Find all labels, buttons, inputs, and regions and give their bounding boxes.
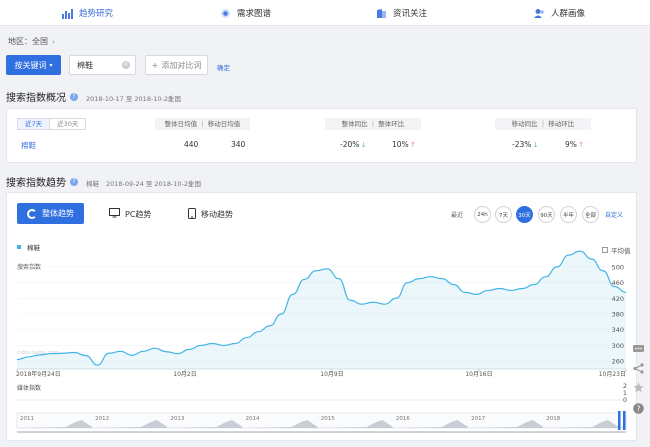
range-half-year[interactable]: 半年: [560, 206, 577, 223]
tab-overall-trend[interactable]: 整体趋势: [17, 203, 84, 224]
trend-chart-icon: [62, 8, 73, 19]
help-icon[interactable]: ?: [70, 177, 78, 186]
mobile-yoy-value: -23%: [512, 140, 532, 149]
legend-series-name: 棉鞋: [27, 244, 40, 252]
trend-card: 整体趋势 PC趋势 移动趋势 最近 24h 7天 30天 90天 半年 全部 自…: [6, 192, 637, 441]
mobile-mom: 9% 🡑: [565, 140, 583, 152]
overall-yoy: -20% 🡓: [340, 140, 365, 152]
nav-demand-map[interactable]: 需求图谱: [220, 6, 271, 20]
arrow-up-icon: 🡑: [411, 141, 415, 149]
add-compare-button[interactable]: + 添加对比词: [145, 55, 208, 75]
trend-region: 全国: [188, 180, 201, 188]
confirm-button[interactable]: 确定: [217, 62, 230, 72]
range-7d[interactable]: 7天: [495, 206, 512, 223]
pie-chart-icon: [27, 208, 37, 219]
range-24h[interactable]: 24h: [474, 206, 491, 223]
news-icon: [376, 8, 387, 19]
chart-legend[interactable]: 棉鞋: [17, 242, 40, 252]
plus-icon: +: [151, 60, 159, 70]
overall-mom-value: 10%: [392, 140, 409, 149]
custom-range-button[interactable]: 自定义: [605, 210, 623, 219]
range-all[interactable]: 全部: [582, 206, 599, 223]
comment-icon[interactable]: [632, 343, 644, 355]
overview-title: 搜索指数概况 ?: [6, 89, 78, 104]
overall-daily-avg: 440: [184, 140, 199, 149]
overview-region: 全国: [168, 95, 181, 103]
watermark: index.baidu.com: [17, 350, 59, 356]
arrow-down-icon: 🡓: [533, 141, 538, 149]
trend-keyword: 棉鞋: [86, 180, 99, 188]
caret-down-icon: ▾: [49, 61, 53, 69]
nav-crowd-portrait[interactable]: 人群画像: [534, 6, 585, 20]
media-index-label: 媒体指数: [17, 385, 42, 392]
tab-mobile-label: 移动趋势: [201, 210, 233, 219]
keyword-mode-button[interactable]: 按关键词 ▾: [6, 55, 61, 75]
tab-pc-trend[interactable]: PC趋势: [109, 208, 151, 220]
arrow-down-icon: 🡓: [361, 141, 366, 149]
crowd-portrait-icon: [534, 8, 545, 19]
monitor-icon: [109, 208, 120, 220]
nav-label: 趋势研究: [79, 9, 114, 19]
trend-title-text: 搜索指数趋势: [6, 178, 66, 189]
mobile-yoy: -23% 🡓: [512, 140, 537, 152]
demand-map-icon: [220, 8, 231, 19]
clear-icon[interactable]: ×: [122, 61, 130, 69]
y-axis-label: 搜索指数: [17, 264, 42, 271]
region-label: 地区：全国: [8, 37, 48, 46]
header-mobile-change: 移动同比 ｜ 移动环比: [495, 118, 591, 130]
star-icon[interactable]: [632, 381, 644, 393]
overall-mom: 10% 🡑: [392, 140, 415, 152]
help-circle-icon[interactable]: ?: [632, 402, 644, 414]
svg-text:?: ?: [636, 404, 640, 413]
arrow-up-icon: 🡑: [579, 141, 583, 149]
average-label: 平均值: [611, 247, 631, 255]
add-compare-label: 添加对比词: [161, 60, 202, 70]
tab-pc-label: PC趋势: [125, 209, 152, 219]
tab-mobile-trend[interactable]: 移动趋势: [188, 208, 233, 221]
share-icon[interactable]: [632, 362, 644, 374]
tab-overall-label: 整体趋势: [42, 209, 74, 218]
nav-trend-research[interactable]: 趋势研究: [62, 6, 113, 20]
mobile-mom-value: 9%: [565, 140, 577, 149]
phone-icon: [188, 208, 196, 221]
nav-news-attention[interactable]: 资讯关注: [376, 6, 427, 20]
checkbox-icon: [602, 247, 608, 253]
region-breadcrumb[interactable]: 地区：全国 ›: [8, 36, 55, 47]
average-toggle[interactable]: 平均值: [602, 245, 631, 255]
trend-date-range: 2018-09-24 至 2018-10-23: [106, 180, 193, 188]
overall-yoy-value: -20%: [340, 140, 360, 149]
keyword-input[interactable]: 棉鞋 ×: [69, 55, 136, 75]
keyword-mode-label: 按关键词: [14, 60, 47, 70]
keyword-value: 棉鞋: [77, 60, 93, 70]
overview-date-range: 2018-10-17 至 2018-10-23: [86, 95, 173, 103]
trend-title: 搜索指数趋势 ?: [6, 174, 78, 189]
range-label: 最近: [451, 212, 464, 219]
help-icon[interactable]: ?: [70, 92, 78, 101]
nav-label: 资讯关注: [393, 9, 428, 19]
chevron-right-icon: ›: [52, 37, 55, 46]
range-90d[interactable]: 90天: [538, 206, 555, 223]
top-nav: 趋势研究 需求图谱 资讯关注 人群画像: [0, 0, 650, 26]
tab-7-days[interactable]: 近7天: [18, 119, 51, 129]
range-30d[interactable]: 30天: [516, 206, 533, 223]
overview-keyword-link[interactable]: 棉鞋: [21, 140, 36, 151]
nav-label: 人群画像: [551, 9, 586, 19]
tab-30-days[interactable]: 近30天: [50, 119, 85, 129]
mobile-daily-avg: 340: [231, 140, 246, 149]
nav-label: 需求图谱: [237, 9, 272, 19]
overview-period-tabs: 近7天 近30天: [17, 118, 87, 130]
overview-title-text: 搜索指数概况: [6, 93, 66, 104]
legend-swatch: [17, 245, 21, 249]
header-avg: 整体日均值 ｜ 移动日均值: [155, 118, 250, 130]
header-overall-change: 整体同比 ｜ 整体环比: [325, 118, 421, 130]
overview-card: 近7天 近30天 整体日均值 ｜ 移动日均值 整体同比 ｜ 整体环比 移动同比 …: [6, 108, 637, 163]
